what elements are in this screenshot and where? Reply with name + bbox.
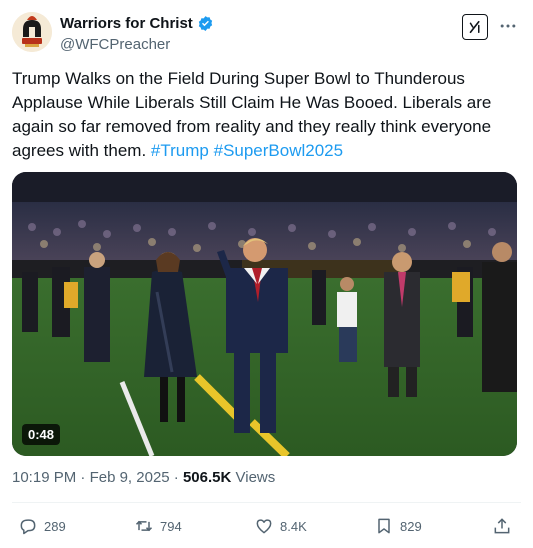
bookmark-button[interactable]: 829 xyxy=(374,516,422,536)
video-player[interactable]: 0:48 xyxy=(12,172,517,456)
author-name[interactable]: Warriors for Christ xyxy=(60,15,193,32)
reply-icon xyxy=(20,519,36,535)
grok-icon xyxy=(469,20,480,34)
tweet-time[interactable]: 10:19 PM xyxy=(12,469,76,486)
hashtag-link[interactable]: #SuperBowl2025 xyxy=(214,141,343,160)
verified-badge-icon xyxy=(198,16,212,31)
divider xyxy=(12,502,521,503)
reply-button[interactable]: 289 xyxy=(18,516,66,536)
repost-icon xyxy=(135,520,153,532)
reply-count: 289 xyxy=(44,518,66,534)
like-count: 8.4K xyxy=(280,518,307,534)
tweet-meta: 10:19 PM · Feb 9, 2025 · 506.5K Views xyxy=(12,469,275,486)
author-handle[interactable]: @WFCPreacher xyxy=(60,36,170,53)
video-duration-badge: 0:48 xyxy=(22,424,61,445)
meta-separator: · xyxy=(173,469,179,486)
bookmark-icon xyxy=(378,518,390,534)
hashtag-link[interactable]: #Trump xyxy=(151,141,209,160)
spartan-helmet-icon xyxy=(12,12,52,52)
grok-button[interactable] xyxy=(462,14,488,40)
meta-separator: · xyxy=(80,469,86,486)
avatar[interactable] xyxy=(12,12,52,52)
share-button[interactable] xyxy=(492,516,512,536)
more-button[interactable] xyxy=(497,13,519,39)
action-bar: 289 794 8.4K 829 xyxy=(0,512,533,544)
views-count: 506.5K xyxy=(182,469,232,486)
bookmark-count: 829 xyxy=(400,518,422,534)
video-thumbnail xyxy=(12,172,517,456)
more-icon xyxy=(500,24,516,28)
repost-button[interactable]: 794 xyxy=(134,516,182,536)
share-icon xyxy=(494,518,510,534)
tweet-date[interactable]: Feb 9, 2025 xyxy=(90,469,170,486)
tweet-text: Trump Walks on the Field During Super Bo… xyxy=(12,67,517,163)
repost-count: 794 xyxy=(160,518,182,534)
heart-icon xyxy=(256,519,272,534)
author-name-row[interactable]: Warriors for Christ xyxy=(60,15,214,32)
views-label: Views xyxy=(235,469,276,486)
like-button[interactable]: 8.4K xyxy=(254,516,307,536)
